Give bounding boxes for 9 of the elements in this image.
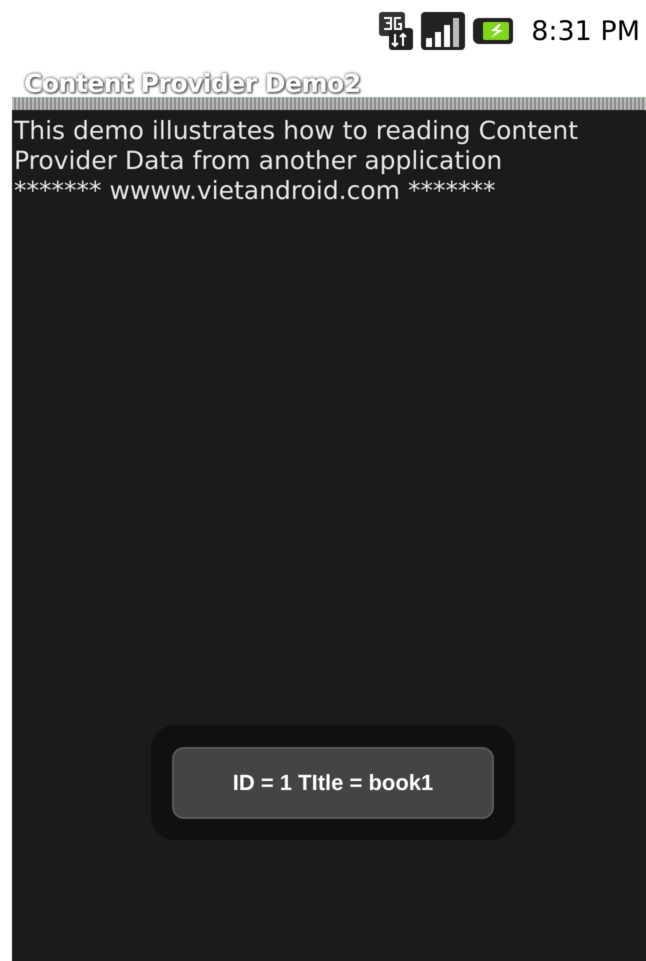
network-3g-icon <box>379 12 414 50</box>
window-title: Content Provider Demo2 <box>24 71 362 97</box>
description-text: This demo illustrates how to reading Content <box>14 116 580 146</box>
description-text: ******* wwww.vietandroid.com ******* <box>14 176 496 206</box>
signal-icon <box>421 12 466 50</box>
description-text: Provider Data from another application <box>14 146 504 176</box>
status-time: 8:31 PM <box>531 16 640 46</box>
battery-charging-icon <box>473 16 514 46</box>
toast-message: ID = 1 TItle = book1 <box>172 746 494 818</box>
